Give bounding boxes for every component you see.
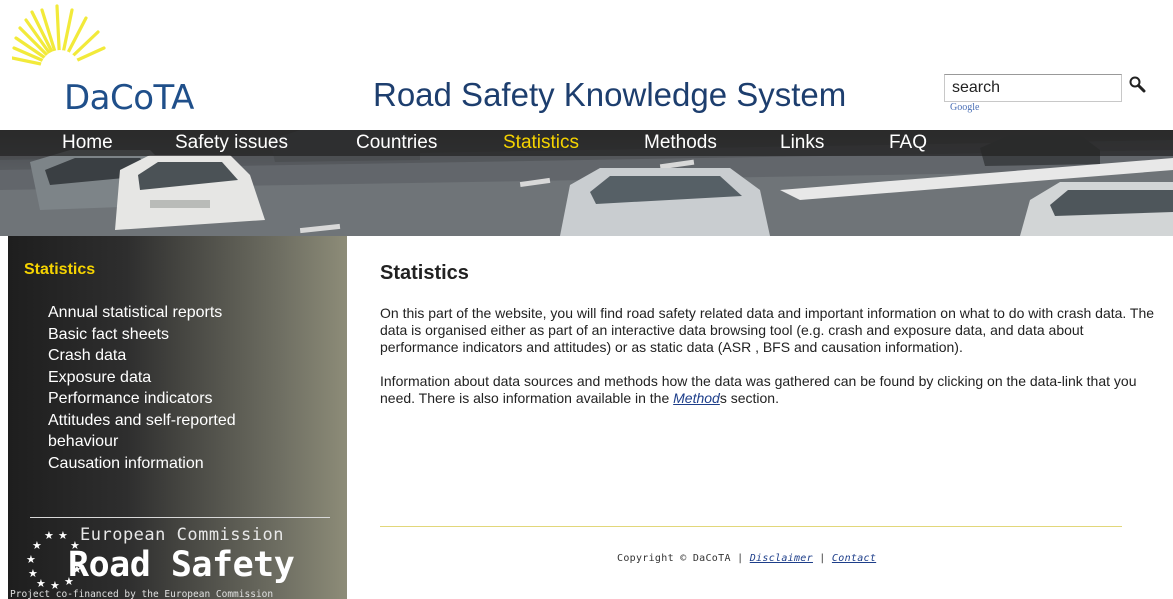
ec-road-safety-logo[interactable]: ★ ★ ★ ★ ★ ★ ★ ★ ★ ★ European Commission …: [8, 511, 347, 599]
ec-road-safety-text: Road Safety: [68, 545, 295, 585]
main-content: Statistics On this part of the website, …: [380, 262, 1160, 407]
disclaimer-link[interactable]: Disclaimer: [750, 553, 813, 564]
nav-methods[interactable]: Methods: [644, 132, 717, 154]
nav-statistics[interactable]: Statistics: [503, 132, 579, 154]
copyright-text: Copyright © DaCoTA |: [617, 553, 750, 564]
methods-link[interactable]: Method: [673, 390, 720, 406]
sidebar-item-attitudes[interactable]: Attitudes and self-reported behaviour: [48, 410, 278, 453]
sidebar-item-causation-information[interactable]: Causation information: [48, 453, 278, 475]
nav-faq[interactable]: FAQ: [889, 132, 927, 154]
sidebar-item-annual-statistical-reports[interactable]: Annual statistical reports: [48, 302, 278, 324]
svg-text:★: ★: [32, 539, 42, 552]
dacota-logo[interactable]: DaCoTA: [12, 4, 242, 124]
svg-text:★: ★: [58, 529, 68, 542]
footer-divider: [380, 526, 1122, 527]
contact-link[interactable]: Contact: [832, 553, 876, 564]
sidebar-item-crash-data[interactable]: Crash data: [48, 345, 278, 367]
search-input[interactable]: [944, 74, 1122, 102]
sidebar-item-basic-fact-sheets[interactable]: Basic fact sheets: [48, 324, 278, 346]
search-container: Google: [944, 74, 1124, 118]
nav-banner: Home Safety issues Countries Statistics …: [0, 130, 1173, 236]
svg-text:★: ★: [26, 553, 36, 566]
nav-links[interactable]: Links: [780, 132, 824, 154]
sidebar-title: Statistics: [24, 261, 96, 278]
sidebar-menu: Annual statistical reports Basic fact sh…: [48, 302, 278, 474]
search-button[interactable]: [1127, 74, 1149, 96]
footer: Copyright © DaCoTA | Disclaimer | Contac…: [617, 553, 876, 564]
footer-separator: |: [812, 553, 832, 564]
sidebar: Statistics Annual statistical reports Ba…: [8, 236, 347, 599]
svg-text:★: ★: [44, 529, 54, 542]
main-nav: Home Safety issues Countries Statistics …: [0, 130, 1173, 156]
sidebar-item-performance-indicators[interactable]: Performance indicators: [48, 388, 278, 410]
info-paragraph-tail: s section.: [719, 390, 779, 406]
site-header: DaCoTA Road Safety Knowledge System Goog…: [0, 0, 1173, 130]
sidebar-item-exposure-data[interactable]: Exposure data: [48, 367, 278, 389]
intro-paragraph: On this part of the website, you will fi…: [380, 305, 1155, 355]
logo-text: DaCoTA: [64, 78, 194, 118]
search-icon: [1129, 76, 1146, 93]
nav-safety-issues[interactable]: Safety issues: [175, 132, 288, 154]
ec-title: European Commission: [80, 525, 284, 545]
site-title: Road Safety Knowledge System: [373, 76, 847, 113]
info-paragraph: Information about data sources and metho…: [380, 373, 1160, 407]
ec-logo-divider: [30, 517, 330, 518]
ec-funded-text: Project co-financed by the European Comm…: [10, 589, 274, 599]
nav-home[interactable]: Home: [62, 132, 113, 154]
nav-countries[interactable]: Countries: [356, 132, 437, 154]
page-title: Statistics: [380, 262, 469, 284]
google-label: Google: [950, 102, 980, 113]
